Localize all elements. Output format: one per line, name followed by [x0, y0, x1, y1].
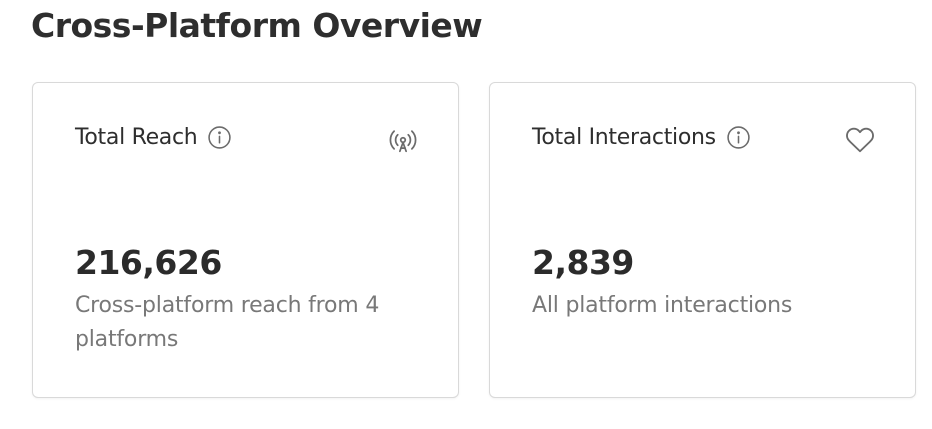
card-header: Total Interactions	[532, 125, 751, 150]
total-reach-description: Cross-platform reach from 4 platforms	[75, 293, 380, 352]
broadcast-tower-icon	[388, 125, 418, 155]
card-title: Total Reach	[75, 125, 198, 150]
card-title: Total Interactions	[532, 125, 716, 150]
heart-icon	[845, 125, 875, 155]
total-reach-card: Total Reach 216,626 Cross-platform reach…	[32, 82, 459, 398]
page-title: Cross-Platform Overview	[31, 6, 483, 45]
info-icon[interactable]	[726, 125, 751, 150]
total-interactions-value: 2,839	[532, 243, 634, 282]
total-interactions-description: All platform interactions	[532, 293, 793, 318]
total-interactions-card: Total Interactions 2,839 All platform in…	[489, 82, 916, 398]
card-header: Total Reach	[75, 125, 232, 150]
info-icon[interactable]	[207, 125, 232, 150]
total-reach-value: 216,626	[75, 243, 222, 282]
